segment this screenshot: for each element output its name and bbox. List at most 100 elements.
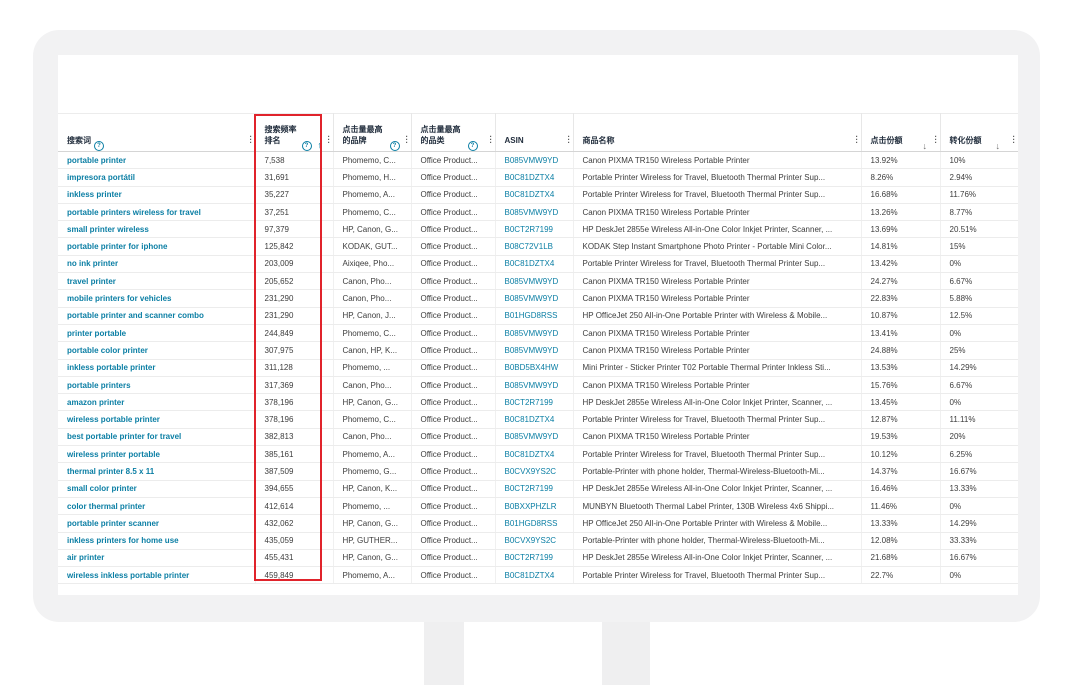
- search-term-link[interactable]: thermal printer 8.5 x 11: [58, 462, 256, 481]
- asin-link[interactable]: B0C81DZTX4: [495, 566, 574, 585]
- column-header-top-category[interactable]: 点击量最高的品类?: [411, 113, 496, 152]
- top-category-cell: Office Product...: [411, 168, 496, 187]
- conversion-share-cell: 0%: [940, 393, 1018, 412]
- column-header-search-rank[interactable]: 搜索频率排名? ↑: [255, 113, 334, 152]
- search-term-link[interactable]: air printer: [58, 549, 256, 568]
- arrow-down-icon[interactable]: ↓: [923, 141, 928, 151]
- top-brand-cell: Phomemo, A...: [333, 445, 412, 464]
- vertical-dots-icon[interactable]: [490, 135, 492, 144]
- search-term-link[interactable]: amazon printer: [58, 393, 256, 412]
- search-term-link[interactable]: no ink printer: [58, 255, 256, 274]
- table-row: impresora portátil 31,691 Phomemo, H... Off…: [58, 168, 1018, 187]
- vertical-dots-icon[interactable]: [856, 135, 858, 144]
- search-rank-cell: 203,009: [255, 255, 334, 274]
- top-category-cell: Office Product...: [411, 151, 496, 170]
- column-header-search-term[interactable]: 搜索词?: [58, 113, 256, 152]
- column-header-label: 点击份额: [870, 136, 903, 145]
- product-title-cell: HP DeskJet 2855e Wireless All-in-One Col…: [573, 549, 862, 568]
- vertical-dots-icon[interactable]: [568, 135, 570, 144]
- table-row: portable printers 317,369 Canon, Pho... Off…: [58, 376, 1018, 395]
- search-term-link[interactable]: printer portable: [58, 324, 256, 343]
- vertical-dots-icon[interactable]: [250, 135, 252, 144]
- asin-link[interactable]: B0CT2R7199: [495, 480, 574, 498]
- help-circle-icon[interactable]: ?: [389, 141, 400, 151]
- search-term-link[interactable]: portable printers wireless for travel: [58, 203, 256, 222]
- search-term-link[interactable]: wireless portable printer: [58, 410, 256, 429]
- asin-link[interactable]: B0CVX9YS2C: [495, 462, 574, 481]
- asin-link[interactable]: B01HGD8RSS: [495, 514, 574, 533]
- search-term-link[interactable]: wireless printer portable: [58, 445, 256, 464]
- asin-link[interactable]: B0C81DZTX4: [495, 168, 574, 187]
- click-share-cell: 15.76%: [861, 376, 941, 395]
- column-header-top-brand[interactable]: 点击量最高的品牌?: [333, 113, 412, 152]
- top-brand-cell: HP, Canon, G...: [333, 220, 412, 239]
- vertical-dots-icon[interactable]: [406, 135, 408, 144]
- search-term-link[interactable]: travel printer: [58, 272, 256, 291]
- search-rank-cell: 387,509: [255, 462, 334, 481]
- help-circle-icon[interactable]: ?: [301, 141, 312, 151]
- product-title-cell: Canon PIXMA TR150 Wireless Portable Prin…: [573, 151, 862, 170]
- search-term-link[interactable]: portable printer scanner: [58, 514, 256, 533]
- top-category-cell: Office Product...: [411, 289, 496, 308]
- search-term-link[interactable]: inkless printer: [58, 186, 256, 204]
- asin-link[interactable]: B0BD5BX4HW: [495, 359, 574, 377]
- top-brand-cell: HP, Canon, K...: [333, 480, 412, 498]
- asin-link[interactable]: B0CVX9YS2C: [495, 532, 574, 550]
- asin-link[interactable]: B0CT2R7199: [495, 549, 574, 568]
- asin-link[interactable]: B085VMW9YD: [495, 203, 574, 222]
- asin-link[interactable]: B085VMW9YD: [495, 341, 574, 360]
- table-row: inkless printers for home use 435,059 HP, …: [58, 532, 1018, 550]
- column-header-conversion-share[interactable]: 转化份额 ↓: [940, 113, 1018, 152]
- column-header-click-share[interactable]: 点击份额 ↓: [861, 113, 941, 152]
- conversion-share-cell: 10%: [940, 151, 1018, 170]
- arrow-up-icon[interactable]: ↑: [318, 140, 323, 150]
- column-header-asin[interactable]: ASIN: [495, 113, 574, 152]
- search-term-link[interactable]: wireless inkless portable printer: [58, 566, 256, 585]
- vertical-dots-icon[interactable]: [328, 135, 330, 144]
- asin-link[interactable]: B0C81DZTX4: [495, 186, 574, 204]
- search-term-link[interactable]: portable color printer: [58, 341, 256, 360]
- asin-link[interactable]: B085VMW9YD: [495, 324, 574, 343]
- top-category-cell: Office Product...: [411, 307, 496, 325]
- top-category-cell: Office Product...: [411, 237, 496, 256]
- asin-link[interactable]: B0C81DZTX4: [495, 445, 574, 464]
- click-share-cell: 13.53%: [861, 359, 941, 377]
- search-term-link[interactable]: color thermal printer: [58, 497, 256, 516]
- search-term-link[interactable]: small printer wireless: [58, 220, 256, 239]
- asin-link[interactable]: B0CT2R7199: [495, 220, 574, 239]
- asin-link[interactable]: B0BXXPHZLR: [495, 497, 574, 516]
- asin-link[interactable]: B085VMW9YD: [495, 272, 574, 291]
- search-term-link[interactable]: portable printer and scanner combo: [58, 307, 256, 325]
- arrow-down-icon[interactable]: ↓: [996, 141, 1001, 151]
- search-term-link[interactable]: inkless printers for home use: [58, 532, 256, 550]
- asin-link[interactable]: B01HGD8RSS: [495, 307, 574, 325]
- help-circle-icon[interactable]: ?: [94, 141, 104, 151]
- top-brand-cell: HP, Canon, G...: [333, 514, 412, 533]
- search-rank-cell: 378,196: [255, 393, 334, 412]
- asin-link[interactable]: B085VMW9YD: [495, 289, 574, 308]
- search-term-link[interactable]: portable printer for iphone: [58, 237, 256, 256]
- search-term-link[interactable]: portable printers: [58, 376, 256, 395]
- top-category-cell: Office Product...: [411, 376, 496, 395]
- asin-link[interactable]: B0CT2R7199: [495, 393, 574, 412]
- conversion-share-cell: 11.76%: [940, 186, 1018, 204]
- vertical-dots-icon[interactable]: [935, 135, 937, 144]
- asin-link[interactable]: B085VMW9YD: [495, 151, 574, 170]
- search-term-link[interactable]: inkless portable printer: [58, 359, 256, 377]
- vertical-dots-icon[interactable]: [1013, 135, 1015, 144]
- product-title-cell: Canon PIXMA TR150 Wireless Portable Prin…: [573, 428, 862, 447]
- asin-link[interactable]: B085VMW9YD: [495, 376, 574, 395]
- asin-link[interactable]: B085VMW9YD: [495, 428, 574, 447]
- help-circle-icon[interactable]: ?: [467, 141, 478, 151]
- search-term-link[interactable]: mobile printers for vehicles: [58, 289, 256, 308]
- table-row: amazon printer 378,196 HP, Canon, G... Offi…: [58, 393, 1018, 412]
- search-term-link[interactable]: best portable printer for travel: [58, 428, 256, 447]
- asin-link[interactable]: B0C81DZTX4: [495, 255, 574, 274]
- column-header-product-name[interactable]: 商品名称: [573, 113, 862, 152]
- search-term-link[interactable]: portable printer: [58, 151, 256, 170]
- search-term-link[interactable]: small color printer: [58, 480, 256, 498]
- asin-link[interactable]: B0C81DZTX4: [495, 410, 574, 429]
- search-term-link[interactable]: impresora portátil: [58, 168, 256, 187]
- asin-link[interactable]: B08C72V1LB: [495, 237, 574, 256]
- column-header-label: 点击量最高的品牌: [342, 125, 383, 145]
